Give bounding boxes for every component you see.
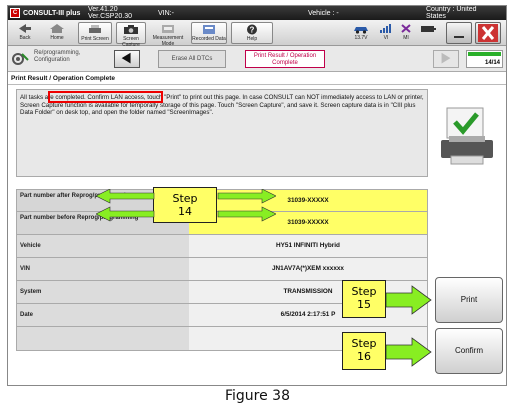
battery-icon: [421, 26, 436, 32]
recorded-data-icon: [203, 25, 215, 34]
recorded-data-label: Recorded Data: [192, 36, 226, 42]
confirm-highlight-box: [48, 91, 163, 103]
vehicle-label: Vehicle : -: [308, 10, 339, 17]
screen-capture-button[interactable]: Screen Capture: [116, 22, 146, 48]
row-label: VIN: [17, 258, 189, 280]
measurement-icon: [162, 25, 174, 33]
consult-logo-icon: C: [10, 8, 20, 18]
help-button[interactable]: ? Help: [231, 22, 273, 44]
row-label: Vehicle: [17, 235, 189, 257]
row-label: System: [17, 281, 189, 303]
step-15-line1: Step: [351, 285, 377, 298]
help-label: Help: [246, 36, 258, 42]
step-14-left-arrows: [96, 189, 155, 222]
printer-check-icon: [441, 107, 493, 165]
step-15-arrow: [386, 285, 432, 315]
printer-check-illustration: [435, 106, 499, 168]
triangle-right-icon: [441, 52, 451, 64]
mi-status: MI: [397, 22, 415, 44]
step-14-line2: 14: [178, 205, 192, 218]
print-screen-button[interactable]: Print Screen: [78, 22, 112, 44]
back-button[interactable]: Back: [11, 22, 39, 44]
triangle-left-icon: [121, 52, 131, 64]
print-button[interactable]: Print: [435, 277, 503, 323]
step-16-callout: Step 16: [342, 332, 386, 370]
table-row: Vehicle HY51 INFINITI Hybrid: [16, 235, 428, 258]
step-16-line1: Step: [351, 337, 377, 350]
step-16-arrow: [386, 337, 432, 367]
recorded-data-button[interactable]: Recorded Data: [191, 22, 227, 44]
progress-bar-fill: [468, 52, 501, 56]
voltage-label: 13.7V: [354, 35, 368, 41]
step-14-callout: Step 14: [153, 187, 217, 223]
figure-caption: Figure 38: [224, 388, 290, 404]
row-label-empty: [17, 327, 189, 350]
car-icon: [354, 27, 368, 34]
home-button[interactable]: Home: [42, 22, 72, 44]
back-arrow-icon: [19, 24, 31, 33]
step-14-line1: Step: [172, 192, 198, 205]
step-14-right-arrows: [217, 189, 276, 222]
close-icon: [478, 24, 498, 42]
step-16-line2: 16: [357, 350, 371, 363]
help-icon: ?: [247, 24, 257, 35]
title-bar: C CONSULT-III plus Ver.41.20 Ver.CSP20.3…: [8, 6, 506, 20]
home-icon: [50, 24, 64, 33]
row-value: HY51 INFINITI Hybrid: [276, 242, 340, 249]
back-label: Back: [19, 35, 31, 41]
previous-step-button[interactable]: [114, 50, 140, 68]
vi-status: VI: [377, 22, 395, 44]
app-name: CONSULT-III plus: [23, 10, 81, 17]
minimize-button[interactable]: [446, 22, 472, 44]
minimize-icon: [454, 36, 464, 38]
svg-text:?: ?: [250, 26, 255, 35]
step-15-line2: 15: [357, 298, 371, 311]
printer-icon: [89, 25, 101, 33]
table-row: VIN JN1AV7A(*)XEM xxxxxx: [16, 258, 428, 281]
x-mark-icon: [401, 24, 411, 33]
page-progress: 14/14: [466, 50, 503, 68]
row-label: Date: [17, 304, 189, 326]
crumb-erase-dtcs[interactable]: Erase All DTCs: [158, 50, 226, 68]
country-label-2: States: [426, 13, 446, 20]
battery-voltage: 13.7V: [348, 22, 374, 44]
battery-icon-wrap: [420, 22, 436, 44]
app-window: C CONSULT-III plus Ver.41.20 Ver.CSP20.3…: [7, 5, 507, 386]
signal-icon: [380, 24, 391, 33]
mi-label: MI: [403, 35, 409, 41]
row-value: JN1AV7A(*)XEM xxxxxx: [272, 265, 344, 272]
step-15-callout: Step 15: [342, 280, 386, 318]
vi-label: VI: [383, 35, 389, 41]
print-screen-label: Print Screen: [81, 36, 109, 42]
crumb-reprogramming[interactable]: Re/programming, Configuration: [30, 50, 110, 68]
measurement-mode-button[interactable]: Measurement Mode: [150, 22, 186, 47]
confirm-button[interactable]: Confirm: [435, 328, 503, 374]
vin-label: VIN:-: [158, 10, 174, 17]
home-label: Home: [50, 35, 64, 41]
page-counter: 14/14: [484, 60, 500, 66]
next-step-button[interactable]: [433, 50, 459, 68]
version-csp: Ver.CSP20.30: [88, 13, 132, 20]
country-label: Country : United: [426, 6, 477, 13]
close-button[interactable]: [475, 22, 501, 44]
reprogramming-icon: [11, 51, 29, 67]
toolbar: Back Home Print Screen Screen Capture Me…: [8, 20, 506, 48]
version-main: Ver.41.20: [88, 6, 118, 13]
camera-icon: [124, 25, 138, 34]
navigation-bar: Re/programming, Configuration Erase All …: [8, 46, 506, 72]
crumb-print-result[interactable]: Print Result / Operation Complete: [245, 50, 325, 68]
page-title: Print Result / Operation Complete: [8, 73, 506, 85]
